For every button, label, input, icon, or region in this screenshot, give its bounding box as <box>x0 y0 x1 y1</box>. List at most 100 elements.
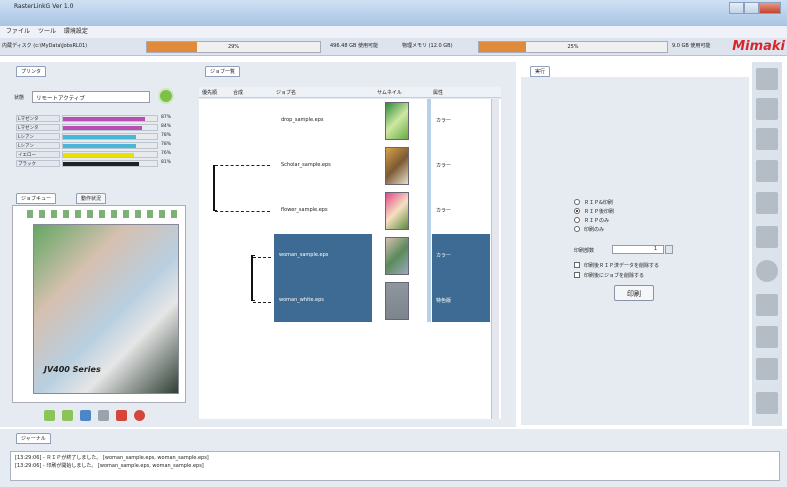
play-button[interactable] <box>44 410 55 421</box>
play-next-button[interactable] <box>62 410 73 421</box>
cancel-button[interactable] <box>116 410 127 421</box>
ink-level-fill <box>63 153 135 157</box>
ink-level-track <box>62 142 158 149</box>
tab-exec[interactable]: 実行 <box>530 66 551 77</box>
job-thumbnail[interactable] <box>385 192 409 230</box>
copy-job-icon[interactable] <box>756 128 778 150</box>
ink-row: Lマゼンタ 84% <box>16 124 178 131</box>
copies-spinner[interactable] <box>665 245 673 254</box>
move-icon[interactable] <box>756 192 778 214</box>
job-attribute: カラー <box>436 208 452 214</box>
job-thumbnail[interactable] <box>385 147 409 185</box>
group-connector <box>215 211 270 212</box>
ink-level-track <box>62 115 158 122</box>
job-name[interactable]: flower_sample.eps <box>281 207 328 213</box>
ink-row: イエロー 76% <box>16 151 178 158</box>
ink-row: Lシアン 78% <box>16 133 178 140</box>
delete-button[interactable] <box>134 410 145 421</box>
exec-option-radio[interactable] <box>574 217 580 223</box>
trash-icon[interactable] <box>756 392 778 414</box>
minimize-button[interactable] <box>729 2 744 14</box>
close-button[interactable] <box>758 2 781 14</box>
menu-file[interactable]: ファイル <box>6 28 30 35</box>
copies-label: 印刷部数 <box>574 248 595 254</box>
exec-option-label: ＲＩＰ&印刷 <box>584 200 613 206</box>
ink-percent: 84% <box>161 124 172 129</box>
group-connector <box>215 165 270 166</box>
delete-rip-data-checkbox[interactable] <box>574 262 580 268</box>
job-list <box>199 99 501 419</box>
col-attribute[interactable]: 属性 <box>433 89 443 96</box>
job-attribute: 特色版 <box>436 298 452 304</box>
vertical-scrollbar[interactable] <box>491 99 499 419</box>
job-name[interactable]: woman_sample.eps <box>279 252 328 258</box>
delete-job-checkbox[interactable] <box>574 272 580 278</box>
job-thumbnail[interactable] <box>385 102 409 140</box>
col-compose[interactable]: 合成 <box>233 89 243 96</box>
arrange-icon[interactable] <box>756 160 778 182</box>
ruler-top <box>27 210 177 218</box>
ink-name: Lマゼンタ <box>16 124 60 131</box>
window-title: RasterLinkG Ver 1.0 <box>14 3 74 10</box>
job-thumbnail[interactable] <box>385 282 409 320</box>
exec-option-radio[interactable] <box>574 199 580 205</box>
status-field: リモートアクティブ <box>32 91 150 103</box>
job-name[interactable]: drop_sample.eps <box>281 117 323 123</box>
ink-level-track <box>62 124 158 131</box>
memory-label: 物理メモリ (12.0 GB) <box>402 43 453 49</box>
menu-tools[interactable]: ツール <box>38 28 56 35</box>
col-job-name[interactable]: ジョブ名 <box>276 89 296 96</box>
settings-icon[interactable] <box>756 226 778 248</box>
selection-highlight <box>274 234 372 322</box>
tab-operation-status[interactable]: 動作状況 <box>76 193 107 204</box>
job-name[interactable]: Scholar_sample.eps <box>281 162 331 168</box>
column-divider <box>427 99 431 322</box>
move-top-icon[interactable] <box>756 68 778 90</box>
menu-settings[interactable]: 環境設定 <box>64 28 88 35</box>
copies-input[interactable]: 1 <box>612 245 664 254</box>
stop-button[interactable] <box>98 410 109 421</box>
move-up-icon[interactable] <box>756 98 778 120</box>
exec-option-radio[interactable] <box>574 226 580 232</box>
delete-job-label: 印刷後にジョブを削除する <box>584 273 645 279</box>
ink-row: Lマゼンタ 87% <box>16 115 178 122</box>
tab-journal[interactable]: ジャーナル <box>16 433 51 444</box>
layout-icon[interactable] <box>756 294 778 316</box>
title-bar: RasterLinkG Ver 1.0 <box>0 0 787 26</box>
ink-percent: 81% <box>161 160 172 165</box>
ink-level-track <box>62 151 158 158</box>
exec-option-radio[interactable] <box>574 208 580 214</box>
disk-label: 内蔵ディスク (c:\MyData\JobsRL01) <box>2 43 88 49</box>
group-connector <box>253 257 271 258</box>
merge-icon[interactable] <box>756 358 778 380</box>
print-button[interactable]: 印刷 <box>614 285 654 301</box>
memory-usage-bar: 25% <box>478 41 668 53</box>
add-icon[interactable] <box>756 260 778 282</box>
ink-name: Lシアン <box>16 142 60 149</box>
ink-row: Lシアン 78% <box>16 142 178 149</box>
ink-level-fill <box>63 117 145 121</box>
tab-printer[interactable]: プリンタ <box>16 66 47 77</box>
tab-job-queue[interactable]: ジョブキュー <box>16 193 57 204</box>
duplicate-icon[interactable] <box>756 326 778 348</box>
job-thumbnail[interactable] <box>385 237 409 275</box>
ink-name: Lマゼンタ <box>16 115 60 122</box>
ink-name: イエロー <box>16 151 60 158</box>
pause-button[interactable] <box>80 410 91 421</box>
preview-caption: JV400 Series <box>44 365 101 374</box>
ink-percent: 78% <box>161 142 172 147</box>
col-priority[interactable]: 優先順 <box>202 89 217 96</box>
refresh-icon[interactable] <box>158 88 174 104</box>
delete-rip-data-label: 印刷後ＲＩＰ済データを削除する <box>584 263 660 269</box>
selection-highlight-attr <box>432 234 490 322</box>
job-attribute: カラー <box>436 118 452 124</box>
memory-percent: 25% <box>567 44 579 50</box>
job-name[interactable]: woman_white.eps <box>279 297 324 303</box>
brand-logo: Mimaki <box>732 39 785 54</box>
group-connector <box>253 302 271 303</box>
tab-job-list[interactable]: ジョブ一覧 <box>205 66 241 77</box>
ink-level-track <box>62 133 158 140</box>
col-thumbnail[interactable]: サムネイル <box>377 89 402 96</box>
maximize-button[interactable] <box>743 2 759 14</box>
group-bracket <box>213 165 217 211</box>
